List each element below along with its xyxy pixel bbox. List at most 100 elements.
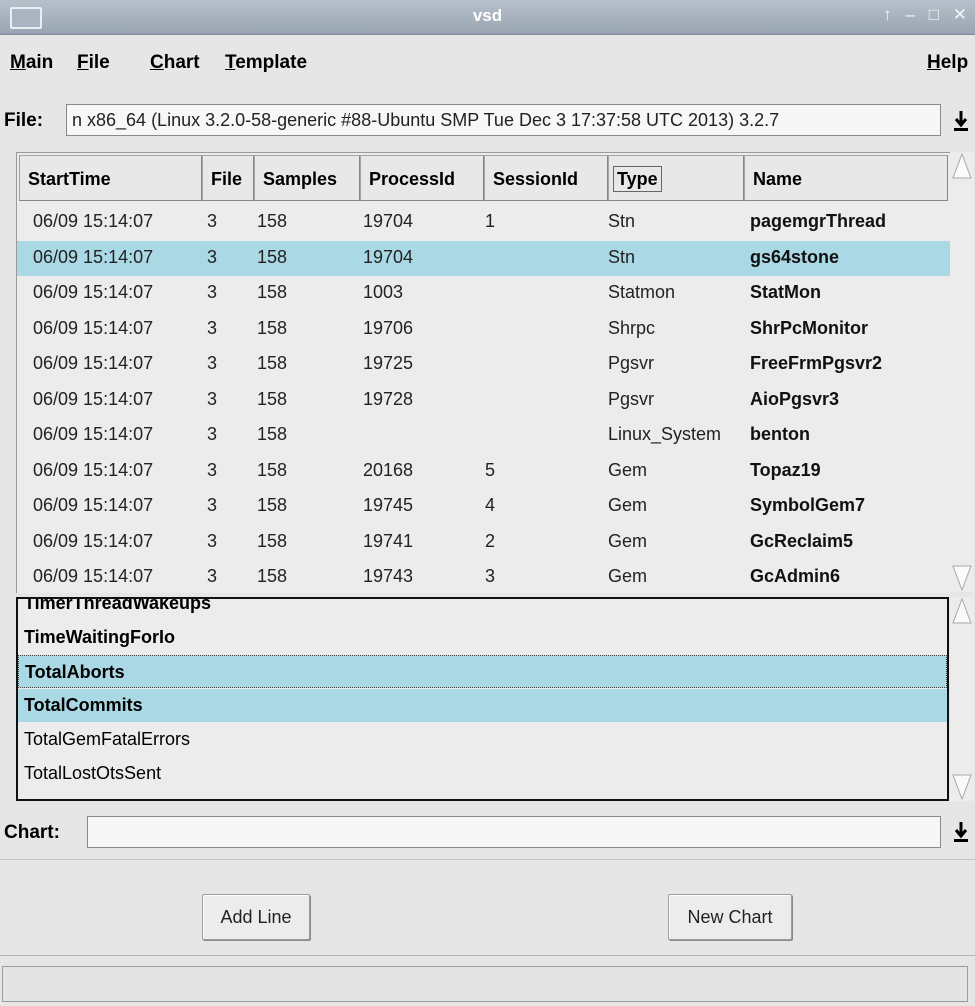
cell-sessionid: 5 xyxy=(485,459,496,480)
cell-name: benton xyxy=(750,424,810,444)
table-row[interactable]: 06/09 15:14:07 3 158 Linux_System benton xyxy=(17,418,950,453)
chart-combobox-field[interactable] xyxy=(87,816,941,848)
cell-name: StatMon xyxy=(750,282,821,302)
table-row[interactable]: 06/09 15:14:07 3 158 19743 3 Gem GcAdmin6 xyxy=(17,560,950,593)
cell-samples: 158 xyxy=(257,317,288,338)
scroll-up-arrow-icon[interactable] xyxy=(952,153,972,179)
cell-type: Pgsvr xyxy=(608,388,655,409)
cell-processid: 1003 xyxy=(363,282,404,302)
list-item[interactable]: TimerThreadWakeups xyxy=(18,597,947,620)
cell-file: 3 xyxy=(207,282,218,302)
cell-type: Pgsvr xyxy=(608,353,655,373)
window-close-icon[interactable]: ✕ xyxy=(953,5,967,24)
process-table: StartTime File Samples ProcessId Session… xyxy=(16,152,950,593)
cell-sessionid: 4 xyxy=(485,495,496,515)
file-label: File: xyxy=(4,110,44,131)
menu-help-mnemonic: H xyxy=(927,52,941,73)
cell-name: ShrPcMonitor xyxy=(750,317,869,338)
column-header-file[interactable]: File xyxy=(202,155,254,201)
cell-processid: 19704 xyxy=(363,246,414,267)
table-row[interactable]: 06/09 15:14:07 3 158 19725 Pgsvr FreeFrmPgsvr… xyxy=(17,347,950,382)
cell-type: Stn xyxy=(608,211,636,231)
cell-sessionid: 3 xyxy=(485,566,496,586)
file-combobox-field[interactable]: n x86_64 (Linux 3.2.0-58-generic #88-Ubu… xyxy=(66,104,941,136)
table-row[interactable]: 06/09 15:14:07 3 158 19706 Shrpc ShrPcMonitor xyxy=(17,312,950,347)
list-item-label: TotalAborts xyxy=(25,662,125,682)
status-bar xyxy=(2,966,968,1002)
list-item[interactable]: TimeWaitingForIo xyxy=(18,621,947,654)
cell-processid: 19743 xyxy=(363,566,414,586)
menu-template[interactable]: Template xyxy=(225,52,307,74)
scroll-up-arrow-icon[interactable] xyxy=(952,598,972,624)
cell-file: 3 xyxy=(207,388,218,409)
statistic-list-scrollbar[interactable] xyxy=(950,597,974,801)
column-header-type[interactable]: Type xyxy=(608,155,744,201)
table-row[interactable]: 06/09 15:14:07 3 158 19741 2 Gem GcReclaim5 xyxy=(17,525,950,560)
new-chart-button[interactable]: New Chart xyxy=(668,894,792,940)
column-header-type-label: Type xyxy=(613,166,662,192)
list-item[interactable]: TotalAborts xyxy=(18,655,947,688)
file-dropdown-button[interactable] xyxy=(948,104,974,138)
menu-file-mnemonic: F xyxy=(77,52,89,73)
cell-file: 3 xyxy=(207,566,218,586)
cell-samples: 158 xyxy=(257,246,288,267)
column-header-processid[interactable]: ProcessId xyxy=(360,155,484,201)
cell-type: Gem xyxy=(608,566,648,586)
column-header-starttime[interactable]: StartTime xyxy=(19,155,202,201)
chart-label: Chart: xyxy=(4,822,60,843)
menu-chart[interactable]: Chart xyxy=(150,52,200,74)
menu-file[interactable]: File xyxy=(77,52,110,74)
cell-type: Statmon xyxy=(608,282,676,302)
scroll-down-arrow-icon[interactable] xyxy=(952,774,972,800)
window-titlebar[interactable]: vsd ↑ – □ ✕ xyxy=(0,0,975,35)
column-header-sessionid[interactable]: SessionId xyxy=(484,155,608,201)
cell-type: Gem xyxy=(608,495,648,515)
table-row[interactable]: 06/09 15:14:07 3 158 19728 Pgsvr AioPgsvr3 xyxy=(17,383,950,418)
cell-processid: 19704 xyxy=(363,211,414,231)
cell-name: AioPgsvr3 xyxy=(750,388,840,409)
cell-sessionid: 1 xyxy=(485,211,496,231)
table-row[interactable]: 06/09 15:14:07 3 158 1003 Statmon StatMon xyxy=(17,276,950,311)
cell-file: 3 xyxy=(207,495,218,515)
chart-dropdown-button[interactable] xyxy=(948,815,974,849)
menu-help[interactable]: Help xyxy=(927,52,968,74)
scroll-down-arrow-icon[interactable] xyxy=(952,565,972,591)
cell-starttime: 06/09 15:14:07 xyxy=(33,211,154,231)
button-panel: Add Line New Chart xyxy=(0,859,975,956)
column-header-name[interactable]: Name xyxy=(744,155,948,201)
cell-starttime: 06/09 15:14:07 xyxy=(33,388,154,409)
cell-starttime: 06/09 15:14:07 xyxy=(33,530,154,551)
cell-name: Topaz19 xyxy=(750,459,821,480)
table-row[interactable]: 06/09 15:14:07 3 158 19745 4 Gem SymbolGem7 xyxy=(17,489,950,524)
list-item-label: TotalGemFatalErrors xyxy=(24,729,191,749)
list-item[interactable]: TotalCommits xyxy=(18,689,947,722)
menu-main-label: ain xyxy=(25,52,54,73)
cell-samples: 158 xyxy=(257,530,288,551)
menu-main[interactable]: Main xyxy=(10,52,53,74)
add-line-button[interactable]: Add Line xyxy=(202,894,310,940)
statistic-list: TimerThreadWakeups TimeWaitingForIo TotalA… xyxy=(16,597,949,801)
cell-starttime: 06/09 15:14:07 xyxy=(33,566,154,586)
cell-starttime: 06/09 15:14:07 xyxy=(33,317,154,338)
list-item-label: TotalCommits xyxy=(24,695,143,715)
list-item-label: TimerThreadWakeups xyxy=(24,597,212,613)
window-controls: ↑ – □ ✕ xyxy=(874,5,967,25)
cell-processid: 19741 xyxy=(363,530,414,551)
table-row[interactable]: 06/09 15:14:07 3 158 19704 1 Stn pagemgrThread xyxy=(17,205,950,240)
menu-template-mnemonic: T xyxy=(225,52,236,73)
column-header-samples[interactable]: Samples xyxy=(254,155,360,201)
cell-name: SymbolGem7 xyxy=(750,495,866,515)
cell-type: Linux_System xyxy=(608,424,722,444)
cell-starttime: 06/09 15:14:07 xyxy=(33,424,154,444)
list-item[interactable]: TotalLostOtsSent xyxy=(18,757,947,790)
window-raise-icon[interactable]: ↑ xyxy=(883,5,892,24)
window-minimize-icon[interactable]: – xyxy=(906,5,915,24)
list-item[interactable]: TotalGemFatalErrors xyxy=(18,723,947,756)
process-table-scrollbar[interactable] xyxy=(950,152,974,592)
cell-starttime: 06/09 15:14:07 xyxy=(33,282,154,302)
cell-type: Shrpc xyxy=(608,317,656,338)
down-arrow-to-bar-icon xyxy=(954,822,968,842)
window-maximize-icon[interactable]: □ xyxy=(929,5,939,24)
table-row[interactable]: 06/09 15:14:07 3 158 20168 5 Gem Topaz19 xyxy=(17,454,950,489)
table-row[interactable]: 06/09 15:14:07 3 158 19704 Stn gs64stone xyxy=(17,240,950,276)
